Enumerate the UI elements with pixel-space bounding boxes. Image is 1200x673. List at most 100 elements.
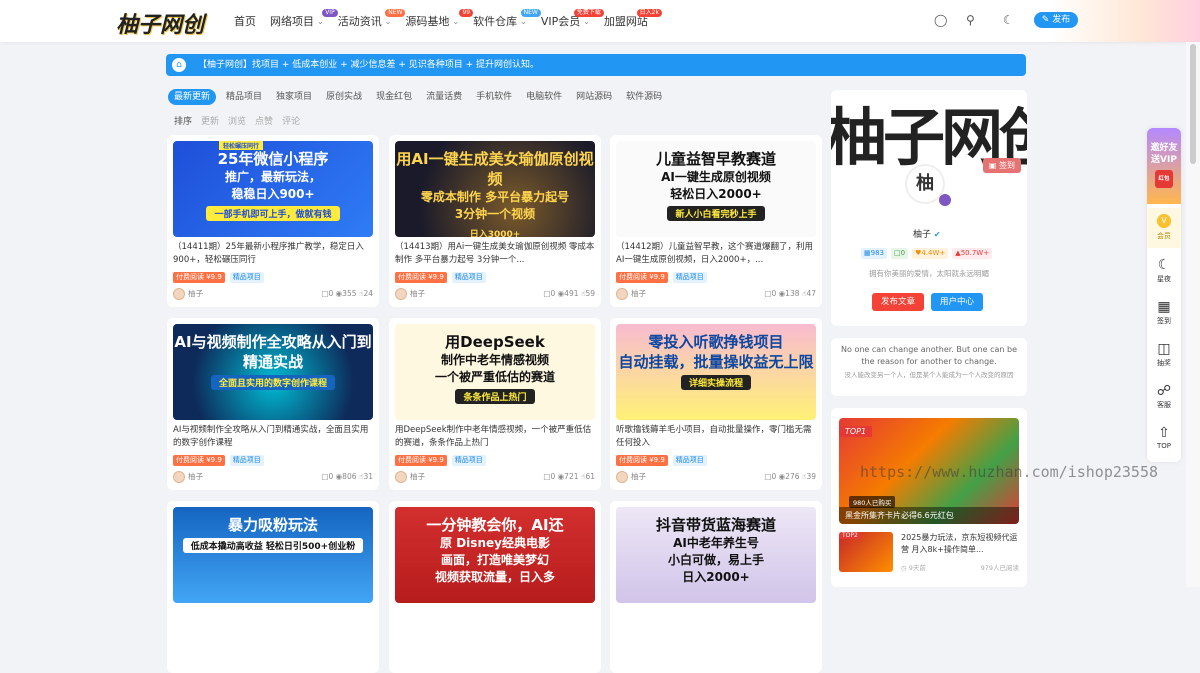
hot-post-title[interactable]: 2025暴力玩法，京东短视频代运营 月入8k+操作简单... <box>901 532 1019 556</box>
tab-item[interactable]: 独家项目 <box>276 89 312 105</box>
site-logo[interactable]: 柚子网创 <box>116 7 204 39</box>
avatar[interactable] <box>173 471 185 483</box>
night-mode-button[interactable]: ☾ 星夜 <box>1147 252 1181 292</box>
category-tag[interactable]: 精品项目 <box>451 272 486 283</box>
profile-name[interactable]: 柚子 ✔ <box>913 227 941 240</box>
thumbnail-text: 视频获取流量，日入多 <box>434 570 555 584</box>
post-card[interactable]: 暴力吸粉玩法 低成本撬动高收益 轻松日引500+创业粉 <box>167 501 379 673</box>
post-card[interactable]: 儿童益智早教赛道 AI一键生成原创视频 轻松日入2000+ 新人小白看完秒上手 （144… <box>610 135 822 307</box>
post-title[interactable]: 用DeepSeek制作中老年情感视频，一个被严重低估的赛道，条条作品上热门 <box>395 424 595 450</box>
post-card[interactable]: 用DeepSeek 制作中老年情感视频 一个被严重低估的赛道 条条作品上热门用Deep… <box>389 318 601 490</box>
thumbnail-text: 制作中老年情感视频 <box>440 353 549 367</box>
post-thumbnail[interactable]: 零投入听歌挣钱项目 自动挂载，批量操收益无上限 详细实操流程 <box>616 324 816 420</box>
tab-item[interactable]: 现金红包 <box>376 89 412 105</box>
category-tag[interactable]: 精品项目 <box>229 455 264 466</box>
avatar[interactable] <box>616 288 628 300</box>
tab-item[interactable]: 最新更新 <box>168 89 217 105</box>
post-title[interactable]: AI与视频制作全攻略从入门到精通实战，全面且实用的数字创作课程 <box>173 424 373 450</box>
support-button[interactable]: ☍ 客服 <box>1147 378 1181 418</box>
tab-item[interactable]: 原创实战 <box>326 89 362 105</box>
nav-item[interactable]: VIP会员 ⌄ 免费下载 <box>541 0 604 42</box>
avatar[interactable] <box>395 288 407 300</box>
post-title[interactable]: （14411期）25年最新小程序推广教学，稳定日入900+，轻松碾压同行 <box>173 241 373 267</box>
author-name[interactable]: 柚子 <box>188 472 203 481</box>
post-card[interactable]: 用AI一键生成美女瑜伽原创视频 零成本制作 多平台暴力起号 3分钟一个视频 日入300… <box>389 135 601 307</box>
nav-item[interactable]: 活动资讯 ⌄ NEW <box>338 0 406 42</box>
sign-in-button[interactable]: ▣ 签到 <box>982 158 1021 173</box>
thumbnail-subtext: 日入3000+ <box>469 230 521 237</box>
lottery-button[interactable]: ◫ 抽奖 <box>1147 336 1181 376</box>
author-name[interactable]: 柚子 <box>188 289 203 298</box>
home-icon[interactable]: ⌂ <box>172 58 186 72</box>
post-thumbnail[interactable]: 25年微信小程序 推广，最新玩法， 稳稳日入900+ 一部手机即可上手，做就有钱 轻松碾… <box>173 141 373 237</box>
tab-item[interactable]: 软件源码 <box>626 89 662 105</box>
tab-item[interactable]: 电脑软件 <box>526 89 562 105</box>
author-name[interactable]: 柚子 <box>631 289 646 298</box>
scrollbar-thumb[interactable] <box>1190 44 1196 164</box>
category-tag[interactable]: 精品项目 <box>672 455 707 466</box>
post-card[interactable]: 25年微信小程序 推广，最新玩法， 稳稳日入900+ 一部手机即可上手，做就有钱 轻松碾… <box>167 135 379 307</box>
category-tag[interactable]: 精品项目 <box>451 455 486 466</box>
sort-option[interactable]: 更新 <box>201 114 219 127</box>
thumbnail-text: 轻松日入2000+ <box>670 187 762 201</box>
author-name[interactable]: 柚子 <box>631 472 646 481</box>
nav-item[interactable]: 软件仓库 ⌄ NEW <box>473 0 541 42</box>
avatar[interactable] <box>616 471 628 483</box>
hot-post-thumb[interactable]: TOP2 <box>839 532 893 572</box>
tab-item[interactable]: 精品项目 <box>226 89 262 105</box>
likes-count: 59 <box>585 289 595 298</box>
views-count: 806 <box>342 472 357 481</box>
sign-button[interactable]: ▦ 签到 <box>1147 294 1181 334</box>
post-tags: 付费阅读 ¥9.9 精品项目 <box>173 455 264 466</box>
post-thumbnail[interactable]: 暴力吸粉玩法 低成本撬动高收益 轻松日引500+创业粉 <box>173 507 373 603</box>
nav-item[interactable]: 加盟网站 日入2k <box>604 0 662 42</box>
lightbulb-icon[interactable]: ◯ <box>934 13 947 27</box>
post-title[interactable]: （14412期）儿童益智早教，这个赛道爆翻了，利用AI一键生成原创视频，日入20… <box>616 241 816 267</box>
sort-option[interactable]: 点赞 <box>255 114 273 127</box>
hot-post-caption[interactable]: 黑金所集齐卡片必得6.6元红包 <box>839 507 1019 524</box>
verified-check-icon: ✔ <box>933 230 941 239</box>
post-tags: 付费阅读 ¥9.9 精品项目 <box>395 455 486 466</box>
moon-icon[interactable]: ☾ <box>1003 13 1014 27</box>
post-card[interactable]: AI与视频制作全攻略从入门到精通实战 全面且实用的数字创作课程 AI与视频制作全攻略… <box>167 318 379 490</box>
post-thumbnail[interactable]: 抖音带货蓝海赛道 AI中老年养生号 小白可做，易上手 日入2000+ <box>616 507 816 603</box>
nav-item[interactable]: 首页 <box>234 0 256 42</box>
post-title[interactable]: （14413期）用Ai一键生成美女瑜伽原创视频 零成本制作 多平台暴力起号 3分… <box>395 241 595 267</box>
post-thumbnail[interactable]: 一分钟教会你，AI还原 Disney经典电影 画面，打造唯美梦幻 视频获取流量，日入… <box>395 507 595 603</box>
publish-button[interactable]: ✎ 发布 <box>1034 12 1078 28</box>
back-to-top-button[interactable]: ⇧ TOP <box>1147 420 1181 460</box>
page-scrollbar[interactable] <box>1186 42 1200 587</box>
invite-vip-button[interactable]: 邀好友送VIP 红包 <box>1147 128 1181 204</box>
nav-item[interactable]: 源码基地 ⌄ 99 <box>405 0 474 42</box>
avatar[interactable] <box>395 471 407 483</box>
nav-item[interactable]: 网络项目 ⌄ VIP <box>270 0 338 42</box>
thumbnail-text: 暴力吸粉玩法 <box>227 516 318 534</box>
red-packet-icon: 红包 <box>1155 170 1173 188</box>
search-icon[interactable]: ⚲ <box>966 13 975 27</box>
author-name[interactable]: 柚子 <box>410 289 425 298</box>
avatar[interactable] <box>173 288 185 300</box>
post-card[interactable]: 抖音带货蓝海赛道 AI中老年养生号 小白可做，易上手 日入2000+ <box>610 501 822 673</box>
sort-option[interactable]: 评论 <box>282 114 300 127</box>
tab-item[interactable]: 网站源码 <box>576 89 612 105</box>
tab-item[interactable]: 手机软件 <box>476 89 512 105</box>
tab-item[interactable]: 流量话费 <box>426 89 462 105</box>
post-thumbnail[interactable]: 用AI一键生成美女瑜伽原创视频 零成本制作 多平台暴力起号 3分钟一个视频 日入300… <box>395 141 595 237</box>
category-tag[interactable]: 精品项目 <box>672 272 707 283</box>
post-article-button[interactable]: 发布文章 <box>872 293 924 311</box>
user-center-button[interactable]: 用户中心 <box>931 293 983 311</box>
views-count: 355 <box>342 289 357 298</box>
vip-button[interactable]: V 会员 <box>1147 208 1181 248</box>
post-thumbnail[interactable]: 儿童益智早教赛道 AI一键生成原创视频 轻松日入2000+ 新人小白看完秒上手 <box>616 141 816 237</box>
sort-option[interactable]: 浏览 <box>228 114 246 127</box>
post-card[interactable]: 一分钟教会你，AI还原 Disney经典电影 画面，打造唯美梦幻 视频获取流量，日入… <box>389 501 601 673</box>
category-tag[interactable]: 精品项目 <box>229 272 264 283</box>
post-thumbnail[interactable]: 用DeepSeek 制作中老年情感视频 一个被严重低估的赛道 条条作品上热门 <box>395 324 595 420</box>
author-name[interactable]: 柚子 <box>410 472 425 481</box>
notice-bar: ⌂ 【柚子网创】找项目 + 低成本创业 + 减少信息差 + 见识各种项目 + 提… <box>166 54 1026 76</box>
post-card[interactable]: 零投入听歌挣钱项目 自动挂载，批量操收益无上限 详细实操流程听歌撸钱薅羊毛小项目，自… <box>610 318 822 490</box>
post-thumbnail[interactable]: AI与视频制作全攻略从入门到精通实战 全面且实用的数字创作课程 <box>173 324 373 420</box>
post-title[interactable]: 听歌撸钱薅羊毛小项目，自动批量操作，零门槛无需任何投入 <box>616 424 816 450</box>
hot-post-item[interactable]: TOP2 2025暴力玩法，京东短视频代运营 月入8k+操作简单... ◷ 9天… <box>839 532 1019 576</box>
floating-toolbar: 邀好友送VIP 红包 V 会员 ☾ 星夜 ▦ 签到 ◫ 抽奖 ☍ 客服 ⇧ TOP <box>1147 128 1181 462</box>
